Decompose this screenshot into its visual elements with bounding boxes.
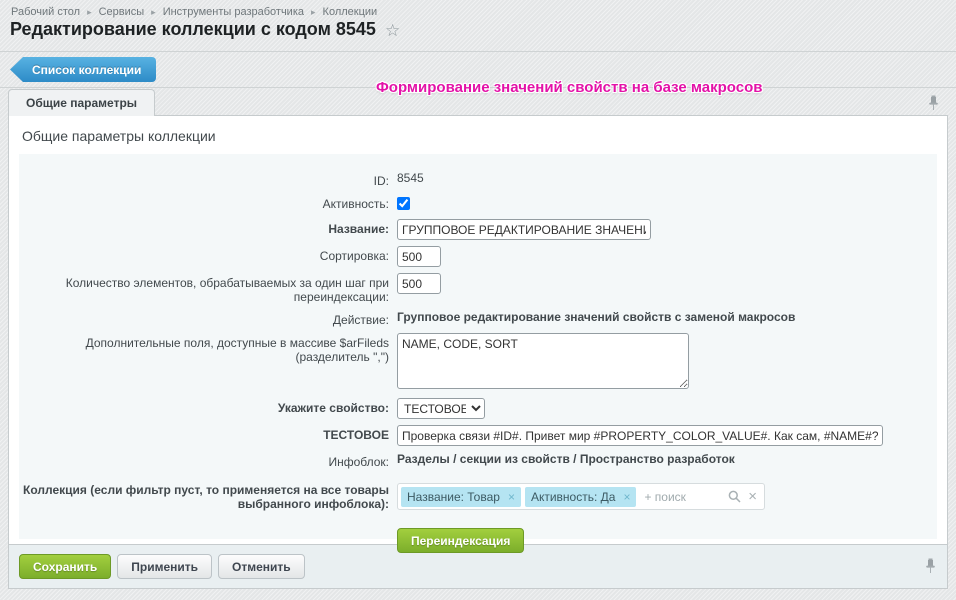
iblock-label: Инфоблок: [19,452,397,469]
collection-filter-widget[interactable]: Название: Товар × Активность: Да × [397,483,765,510]
test-property-label: ТЕСТОВОЕ [19,425,397,442]
id-label: ID: [19,171,397,188]
form-row-action: Действие: Групповое редактирование значе… [19,310,937,327]
breadcrumb-item-services[interactable]: Сервисы [99,6,145,18]
filter-tag-active[interactable]: Активность: Да × [525,487,637,507]
step-input[interactable] [397,273,441,294]
breadcrumb-separator-icon: ▸ [311,7,316,18]
form-row-iblock: Инфоблок: Разделы / секции из свойств / … [19,452,937,469]
form-fields-area: ID: 8545 Активность: Название: Сортировк… [19,154,937,539]
extra-fields-label: Дополнительные поля, доступные в массиве… [19,333,397,364]
form-row-test-property: ТЕСТОВОЕ [19,425,937,446]
step-label: Количество элементов, обрабатываемых за … [19,273,397,304]
filter-tag-text: Название: Товар [407,490,500,504]
action-value: Групповое редактирование значений свойст… [397,307,795,324]
action-label: Действие: [19,310,397,327]
form-row-id: ID: 8545 [19,171,937,188]
collection-label: Коллекция (если фильтр пуст, то применяе… [19,483,397,511]
tab-general-parameters[interactable]: Общие параметры [8,89,155,116]
reindex-button[interactable]: Переиндексация [397,528,524,553]
sort-input[interactable] [397,246,441,267]
property-label: Укажите свойство: [19,398,397,415]
name-label: Название: [19,219,397,236]
filter-tag-name[interactable]: Название: Товар × [401,487,521,507]
collection-list-button[interactable]: Список коллекции [10,57,156,82]
reindex-spacer [19,528,397,531]
tag-close-icon[interactable]: × [623,490,630,504]
form-row-extra-fields: Дополнительные поля, доступные в массиве… [19,333,937,392]
title-row: Редактирование коллекции с кодом 8545 ☆ [10,19,400,40]
sort-label: Сортировка: [19,246,397,263]
active-checkbox[interactable] [397,197,410,210]
form-row-reindex: Переиндексация [19,528,937,553]
form-row-active: Активность: [19,194,937,213]
breadcrumb-item-devtools[interactable]: Инструменты разработчика [163,6,304,18]
favorite-star-icon[interactable]: ☆ [385,20,400,39]
page: Рабочий стол ▸ Сервисы ▸ Инструменты раз… [0,0,956,600]
filter-icons: × [728,489,757,504]
macros-banner-text: Формирование значений свойств на базе ма… [376,79,763,96]
section-title: Общие параметры коллекции [9,116,947,154]
pin-icon[interactable] [925,558,936,579]
apply-button[interactable]: Применить [117,554,212,579]
iblock-value: Разделы / секции из свойств / Пространст… [397,449,735,466]
filter-search-input[interactable] [640,486,728,507]
property-select[interactable]: ТЕСТОВОЕ [397,398,485,419]
form-row-step: Количество элементов, обрабатываемых за … [19,273,937,304]
tag-close-icon[interactable]: × [508,490,515,504]
breadcrumb-separator-icon: ▸ [151,7,156,18]
form-row-name: Название: [19,219,937,240]
breadcrumb: Рабочий стол ▸ Сервисы ▸ Инструменты раз… [11,6,377,18]
filter-clear-icon[interactable]: × [748,489,757,504]
breadcrumb-item-desktop[interactable]: Рабочий стол [11,6,80,18]
cancel-button[interactable]: Отменить [218,554,305,579]
save-button[interactable]: Сохранить [19,554,111,579]
search-icon[interactable] [728,490,741,503]
form-row-collection: Коллекция (если фильтр пуст, то применяе… [19,483,937,511]
pin-icon[interactable] [928,95,939,116]
form-row-sort: Сортировка: [19,246,937,267]
filter-tag-text: Активность: Да [531,490,615,504]
extra-fields-textarea[interactable]: NAME, CODE, SORT [397,333,689,389]
page-title: Редактирование коллекции с кодом 8545 [10,19,376,40]
active-label: Активность: [19,194,397,211]
name-input[interactable] [397,219,651,240]
edit-form-panel: Общие параметры коллекции ID: 8545 Актив… [8,115,948,545]
breadcrumb-separator-icon: ▸ [87,7,92,18]
form-row-property: Укажите свойство: ТЕСТОВОЕ [19,398,937,419]
breadcrumb-item-collections[interactable]: Коллекции [323,6,378,18]
test-property-input[interactable] [397,425,883,446]
id-value: 8545 [397,168,424,185]
